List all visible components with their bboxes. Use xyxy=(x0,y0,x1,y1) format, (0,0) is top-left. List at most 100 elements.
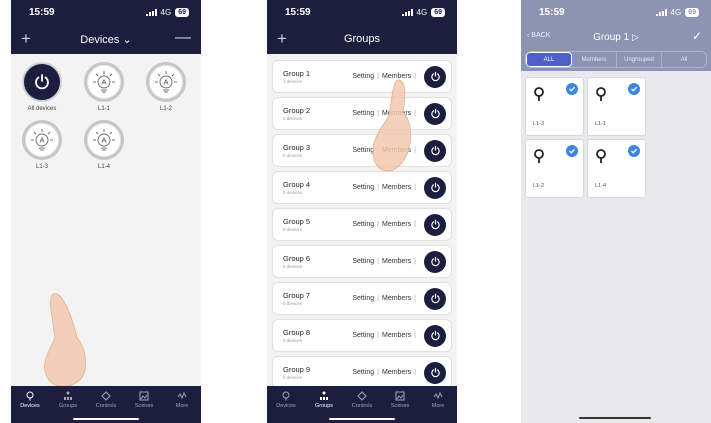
group-row[interactable]: Group 14 devices Setting | Members | xyxy=(272,60,452,93)
members-link[interactable]: Members xyxy=(382,258,411,265)
separator: | xyxy=(377,221,379,228)
member-card[interactable]: L1-3 xyxy=(525,77,584,136)
top-bar: 15:59 4G 69 + Groups xyxy=(267,0,457,54)
device-tile[interactable]: A L1-2 xyxy=(141,62,191,112)
tab-more[interactable]: More xyxy=(421,391,455,423)
group-row[interactable]: Group 50 devices Setting | Members | xyxy=(272,208,452,241)
status-time: 15:59 xyxy=(285,6,311,18)
member-label: L1-4 xyxy=(595,183,607,189)
members-link[interactable]: Members xyxy=(382,369,411,376)
group-row[interactable]: Group 70 devices Setting | Members | xyxy=(272,282,452,315)
checkmark-icon[interactable] xyxy=(628,145,640,157)
member-label: L1-3 xyxy=(533,121,545,127)
group-row[interactable]: Group 30 devicesSetting|Members| xyxy=(272,134,452,167)
segment-members[interactable]: Members xyxy=(572,52,617,67)
power-button[interactable] xyxy=(424,176,446,199)
member-card[interactable]: L1-1 xyxy=(587,77,646,136)
group-row[interactable]: Group 90 devices Setting | Members | xyxy=(272,356,452,389)
status-time: 15:59 xyxy=(29,6,55,18)
setting-link[interactable]: Setting xyxy=(352,295,374,302)
setting-link[interactable]: Setting xyxy=(352,221,374,228)
add-icon[interactable]: + xyxy=(21,29,31,49)
power-button[interactable] xyxy=(424,324,446,347)
segment-all-right[interactable]: All xyxy=(662,52,706,67)
group-name: Group 8 xyxy=(283,328,311,337)
checkmark-icon[interactable] xyxy=(628,83,640,95)
members-link[interactable]: Members xyxy=(382,184,411,191)
member-card[interactable]: L1-4 xyxy=(587,139,646,198)
pointing-hand-icon xyxy=(44,293,86,387)
member-grid: L1-3 L1-1 L1-2 L1-4 xyxy=(521,77,711,198)
add-icon[interactable]: + xyxy=(277,29,287,49)
segment-control: ALL Members Ungrouped All xyxy=(525,51,707,68)
group-row[interactable]: Group 80 devices Setting | Members | xyxy=(272,319,452,352)
device-label: L1-4 xyxy=(97,164,110,170)
power-button[interactable] xyxy=(424,361,446,384)
members-link[interactable]: Members xyxy=(382,221,411,228)
edit-icon[interactable]: ▷ xyxy=(632,32,639,42)
checkmark-icon[interactable] xyxy=(566,83,578,95)
segment-ungrouped[interactable]: Ungrouped xyxy=(617,52,662,67)
signal-icon xyxy=(401,8,413,16)
menu-dash-icon[interactable]: — xyxy=(175,29,191,47)
member-card[interactable]: L1-2 xyxy=(525,139,584,198)
device-tile[interactable]: A L1-1 xyxy=(79,62,129,112)
setting-link[interactable]: Setting xyxy=(352,369,374,376)
setting-link[interactable]: Setting xyxy=(352,332,374,339)
back-button[interactable]: ‹ BACK xyxy=(527,32,550,39)
power-button[interactable] xyxy=(424,213,446,236)
top-bar: 15:59 4G 69 ‹ BACK Group 1 ▷ ✓ xyxy=(521,0,711,50)
power-button[interactable] xyxy=(424,250,446,273)
group-row[interactable]: Group 40 devices Setting | Members | xyxy=(272,171,452,204)
power-button[interactable] xyxy=(424,102,446,125)
confirm-check-icon[interactable]: ✓ xyxy=(692,29,702,43)
nav-bar: ‹ BACK Group 1 ▷ ✓ xyxy=(521,24,711,50)
separator: | xyxy=(414,258,416,265)
device-tile[interactable]: A L1-3 xyxy=(17,120,67,170)
home-indicator xyxy=(579,417,651,419)
segment-all[interactable]: ALL xyxy=(526,52,572,67)
power-button[interactable] xyxy=(424,139,446,162)
power-button[interactable] xyxy=(424,287,446,310)
bulb-icon: A xyxy=(22,120,62,160)
device-label: L1-2 xyxy=(159,106,172,112)
group-name: Group 6 xyxy=(283,254,311,263)
separator: | xyxy=(414,332,416,339)
scenes-icon xyxy=(395,391,405,401)
group-row[interactable]: Group 60 devices Setting | Members | xyxy=(272,245,452,278)
group-row[interactable]: Group 20 devicesSetting|Members| xyxy=(272,97,452,130)
tab-more[interactable]: More xyxy=(165,391,199,423)
all-devices-tile[interactable]: All devices xyxy=(17,62,67,112)
members-link[interactable]: Members xyxy=(382,295,411,302)
checkmark-icon[interactable] xyxy=(566,145,578,157)
battery-icon: 69 xyxy=(431,7,445,17)
group-name: Group 3 xyxy=(283,143,311,152)
setting-link[interactable]: Setting xyxy=(352,184,374,191)
device-label: All devices xyxy=(27,106,57,112)
separator: | xyxy=(377,184,379,191)
bulb-icon: A xyxy=(84,120,124,160)
pointing-hand-icon xyxy=(372,79,412,172)
bulb-icon xyxy=(534,149,544,163)
device-tile[interactable]: A L1-4 xyxy=(79,120,129,170)
group-name: Group 9 xyxy=(283,365,311,374)
group-device-count: 0 devices xyxy=(283,116,303,121)
separator: | xyxy=(377,369,379,376)
members-link[interactable]: Members xyxy=(382,332,411,339)
power-icon xyxy=(22,62,62,102)
network-label: 4G xyxy=(416,7,428,17)
group-device-count: 0 devices xyxy=(283,338,303,343)
group-name: Group 4 xyxy=(283,180,311,189)
separator: | xyxy=(377,332,379,339)
tab-devices[interactable]: Devices xyxy=(269,391,303,423)
power-button[interactable] xyxy=(424,65,446,88)
group-device-count: 0 devices xyxy=(283,301,303,306)
setting-link[interactable]: Setting xyxy=(352,258,374,265)
device-grid: All devices A L1-1 A L1-2 A L1-3 A L1-4 xyxy=(11,54,201,178)
tab-devices[interactable]: Devices xyxy=(13,391,47,423)
devices-title-dropdown[interactable]: Devices ⌄ xyxy=(80,33,131,46)
bulb-icon xyxy=(282,391,290,401)
svg-text:A: A xyxy=(101,136,106,145)
group-list: Group 14 devices Setting | Members | Group 20… xyxy=(267,54,457,399)
device-label: L1-3 xyxy=(35,164,48,170)
